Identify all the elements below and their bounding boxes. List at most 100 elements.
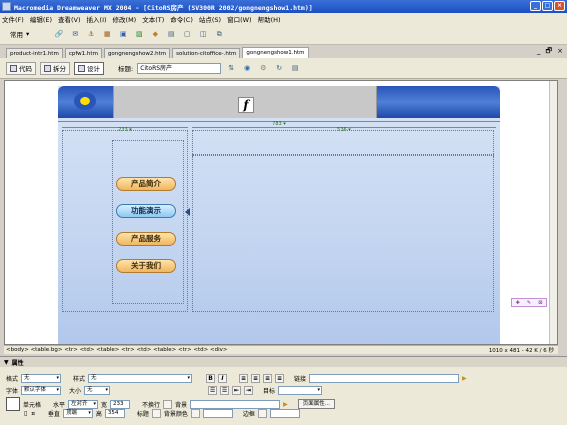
menu-edit[interactable]: 编辑(E) bbox=[30, 14, 52, 24]
doc-close-button[interactable]: × bbox=[557, 47, 563, 58]
nav-product-intro-button[interactable]: 产品简介 bbox=[116, 177, 176, 191]
minimize-button[interactable]: _ bbox=[530, 1, 541, 11]
nav-product-service-button[interactable]: 产品服务 bbox=[116, 232, 176, 246]
border-color-input[interactable] bbox=[269, 409, 300, 418]
link-browse-icon[interactable]: ▶ bbox=[462, 375, 467, 382]
bold-button[interactable]: B bbox=[206, 374, 216, 383]
align-right-icon[interactable]: ≡ bbox=[263, 374, 273, 383]
email-link-icon[interactable]: ✉ bbox=[69, 28, 81, 40]
document-controls: _ 🗗 × bbox=[537, 47, 563, 58]
flash-placeholder[interactable]: f bbox=[113, 86, 377, 118]
size-label: 大小 bbox=[69, 388, 82, 395]
menu-modify[interactable]: 修改(M) bbox=[113, 14, 137, 24]
file-management-icon[interactable]: ⇅ bbox=[225, 62, 237, 74]
menu-insert[interactable]: 插入(I) bbox=[87, 14, 107, 24]
code-view-label: 代码 bbox=[19, 65, 32, 73]
font-select[interactable]: 默认字体 bbox=[21, 386, 62, 395]
layer-icon[interactable]: ▣ bbox=[117, 28, 129, 40]
justify-icon[interactable]: ≡ bbox=[275, 374, 285, 383]
nav-feature-demo-button[interactable]: 功能演示 bbox=[116, 204, 176, 218]
debug-icon[interactable]: ⚙ bbox=[257, 62, 269, 74]
horizontal-align-select[interactable]: 左对齐 bbox=[68, 399, 99, 409]
merge-cell-icon[interactable]: ㅍ bbox=[30, 409, 36, 418]
design-canvas[interactable]: f 783 ▾ 233 ▾ 536 ▾ 产品简介 功能演示 产品服务 关于我们 … bbox=[4, 80, 558, 345]
nowrap-checkbox[interactable] bbox=[163, 399, 173, 409]
close-button[interactable]: × bbox=[554, 1, 565, 11]
properties-panel-header[interactable]: ▼ 属性 bbox=[0, 357, 567, 367]
height-label: 高 bbox=[95, 411, 102, 418]
image-icon[interactable]: ▨ bbox=[133, 28, 145, 40]
border-color-swatch[interactable] bbox=[257, 409, 267, 418]
indent-icon[interactable]: ⇥ bbox=[244, 386, 254, 395]
height-input[interactable]: 354 bbox=[104, 409, 125, 418]
align-left-icon[interactable]: ≡ bbox=[239, 374, 249, 383]
add-icon[interactable]: ✚ bbox=[516, 300, 520, 306]
design-view-label: 设计 bbox=[87, 65, 100, 73]
vertical-scrollbar[interactable] bbox=[549, 81, 557, 344]
menu-text[interactable]: 文本(T) bbox=[142, 14, 164, 24]
header-checkbox[interactable] bbox=[151, 409, 161, 418]
active-nav-arrow-icon bbox=[185, 208, 190, 216]
insert-category-dropdown[interactable]: 常用 ▾ bbox=[6, 28, 33, 40]
background-input[interactable] bbox=[190, 399, 281, 409]
link-input[interactable] bbox=[309, 374, 460, 383]
design-view-button[interactable]: 设计 bbox=[74, 61, 104, 75]
menu-file[interactable]: 文件(F) bbox=[2, 14, 24, 24]
page-properties-button[interactable]: 页面属性... bbox=[297, 399, 335, 409]
split-view-button[interactable]: 拆分 bbox=[40, 61, 70, 75]
doc-tab-active[interactable]: gongnengshow1.htm bbox=[242, 47, 309, 58]
edit-icon[interactable]: ✎ bbox=[527, 300, 531, 306]
title-input[interactable]: CitoRS房产 bbox=[137, 62, 222, 74]
document-size: 1010 x 481 - 42 K / 6 秒 bbox=[488, 348, 554, 354]
comment-icon[interactable]: ▢ bbox=[181, 28, 193, 40]
tag-chooser-icon[interactable]: ⧉ bbox=[213, 28, 225, 40]
named-anchor-icon[interactable]: ⚓ bbox=[85, 28, 97, 40]
title-label: 标题: bbox=[118, 65, 134, 73]
menu-site[interactable]: 站点(S) bbox=[199, 14, 221, 24]
template-icon[interactable]: ◫ bbox=[197, 28, 209, 40]
doc-minimize-button[interactable]: _ bbox=[537, 47, 541, 58]
media-icon[interactable]: ◆ bbox=[149, 28, 161, 40]
menu-help[interactable]: 帮助(H) bbox=[258, 14, 281, 24]
hyperlink-icon[interactable]: 🔗 bbox=[53, 28, 65, 40]
align-center-icon[interactable]: ≡ bbox=[251, 374, 261, 383]
table-icon[interactable]: ▦ bbox=[101, 28, 113, 40]
nav-about-us-button[interactable]: 关于我们 bbox=[116, 259, 176, 273]
ordered-list-icon[interactable]: ☰ bbox=[220, 386, 230, 395]
vertical-align-select[interactable]: 顶端 bbox=[62, 409, 93, 418]
split-cell-icon[interactable]: ▯ bbox=[24, 410, 27, 417]
doc-tab[interactable]: product-intr1.htm bbox=[6, 48, 63, 58]
bgcolor-swatch[interactable] bbox=[190, 409, 200, 418]
background-browse-icon[interactable]: ▶ bbox=[283, 401, 288, 408]
code-view-button[interactable]: 代码 bbox=[6, 61, 36, 75]
doc-tab[interactable]: solution-citoffice-.htm bbox=[172, 48, 241, 58]
tag-path[interactable]: <body> <table.bg> <tr> <td> <table> <tr>… bbox=[6, 347, 227, 353]
floating-toolbar: ✚ ✎ ⊠ bbox=[511, 298, 547, 307]
vertical-label: 垂直 bbox=[47, 411, 60, 418]
style-select[interactable]: 无 bbox=[88, 374, 193, 383]
date-icon[interactable]: ▤ bbox=[165, 28, 177, 40]
delete-icon[interactable]: ⊠ bbox=[538, 300, 542, 306]
size-select[interactable]: 无 bbox=[84, 386, 111, 395]
menu-view[interactable]: 查看(V) bbox=[58, 14, 81, 24]
doc-tab[interactable]: cpfw1.htm bbox=[64, 48, 102, 58]
width-input[interactable]: 233 bbox=[110, 399, 131, 409]
bgcolor-input[interactable] bbox=[202, 409, 233, 418]
unordered-list-icon[interactable]: ☰ bbox=[208, 386, 218, 395]
menu-commands[interactable]: 命令(C) bbox=[170, 14, 193, 24]
content-cell-outline bbox=[192, 130, 494, 312]
target-select[interactable] bbox=[278, 386, 323, 395]
italic-button[interactable]: I bbox=[218, 374, 228, 383]
refresh-icon[interactable]: ↻ bbox=[273, 62, 285, 74]
document-tabs: product-intr1.htm cpfw1.htm gongnengshow… bbox=[0, 45, 567, 58]
menu-window[interactable]: 窗口(W) bbox=[227, 14, 252, 24]
doc-tab[interactable]: gongnengshow2.htm bbox=[103, 48, 171, 58]
preview-browser-icon[interactable]: ◉ bbox=[241, 62, 253, 74]
view-options-icon[interactable]: ▤ bbox=[289, 62, 301, 74]
format-select[interactable]: 无 bbox=[21, 374, 62, 383]
doc-restore-button[interactable]: 🗗 bbox=[546, 47, 553, 58]
maximize-button[interactable]: □ bbox=[542, 1, 553, 11]
properties-title: 属性 bbox=[11, 359, 24, 367]
outdent-icon[interactable]: ⇤ bbox=[232, 386, 242, 395]
split-view-icon bbox=[44, 64, 51, 72]
